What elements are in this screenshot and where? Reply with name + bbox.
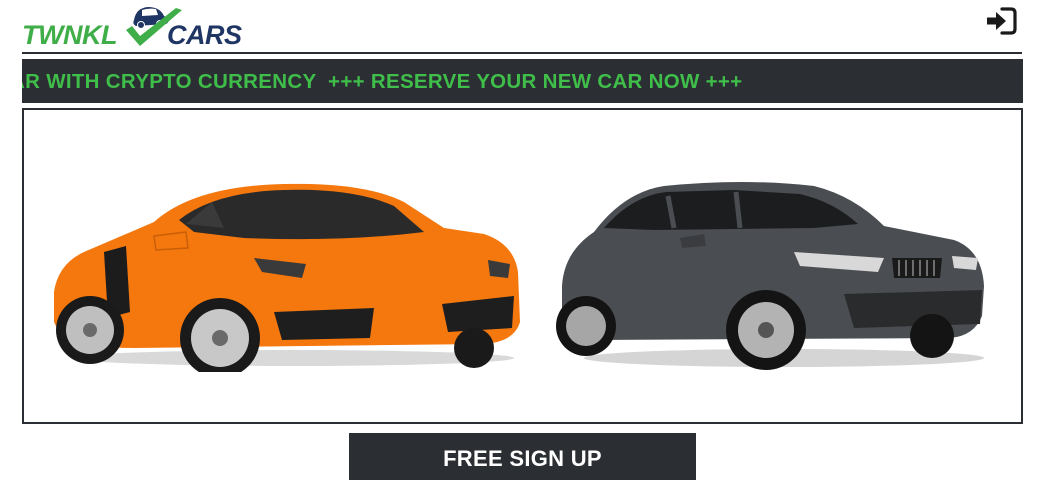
logo-text-twnkl: TWNKL bbox=[22, 20, 117, 50]
ticker-text: AR WITH CRYPTO CURRENCY +++ RESERVE YOUR… bbox=[22, 70, 743, 93]
header-divider bbox=[22, 52, 1022, 54]
dark-grey-sedan-image bbox=[556, 182, 984, 370]
free-sign-up-button[interactable]: FREE SIGN UP bbox=[349, 433, 696, 480]
twnkl-cars-logo[interactable]: TWNKL CARS bbox=[22, 2, 252, 52]
login-button[interactable] bbox=[984, 6, 1018, 36]
logo-text-cars: CARS bbox=[167, 20, 242, 50]
orange-sports-car-image bbox=[54, 183, 520, 372]
hero-banner bbox=[22, 108, 1023, 424]
site-header: TWNKL CARS bbox=[0, 0, 1040, 54]
sign-in-icon bbox=[987, 7, 1017, 35]
news-ticker: AR WITH CRYPTO CURRENCY +++ RESERVE YOUR… bbox=[22, 59, 1023, 103]
